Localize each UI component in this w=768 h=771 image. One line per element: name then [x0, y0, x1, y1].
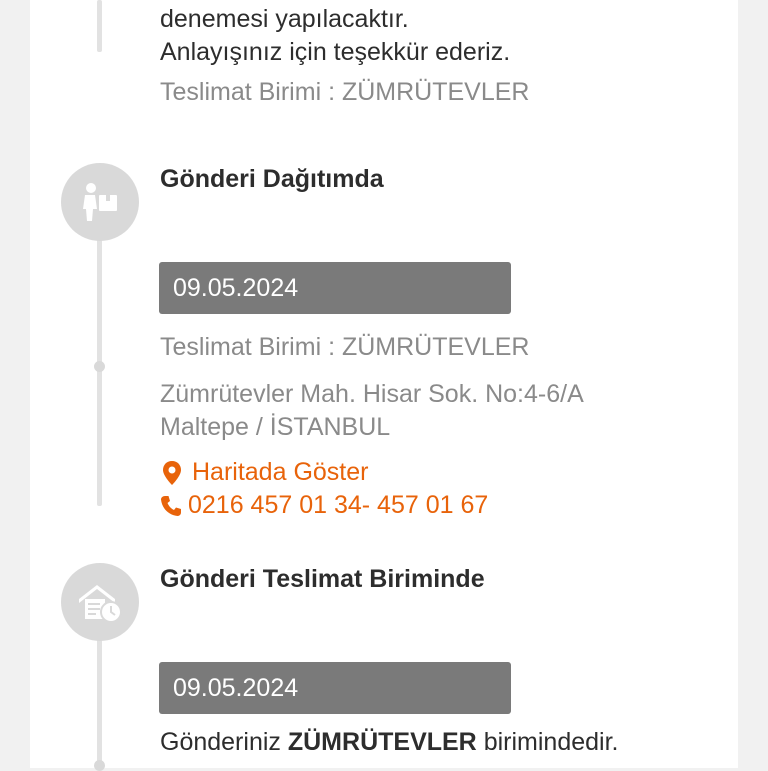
courier-delivery-icon — [61, 163, 139, 241]
event-date-badge: 09.05.2024 — [159, 262, 511, 314]
event-message-line: denemesi yapılacaktır. — [160, 5, 409, 33]
timeline-line-middle — [97, 238, 102, 506]
delivery-unit-text: Teslimat Birimi : ZÜMRÜTEVLER — [160, 78, 530, 106]
event-title: Gönderi Teslimat Biriminde — [160, 565, 485, 593]
unit-address-line: Zümrütevler Mah. Hisar Sok. No:4-6/A — [160, 380, 584, 408]
delivery-unit-text: Teslimat Birimi : ZÜMRÜTEVLER — [160, 333, 530, 361]
event-message-line: Anlayışınız için teşekkür ederiz. — [160, 38, 511, 66]
timeline-dot — [94, 361, 105, 372]
timeline-dot — [94, 760, 105, 771]
branch-clock-icon — [61, 563, 139, 641]
event-message-unit: ZÜMRÜTEVLER — [287, 728, 477, 756]
phone-icon — [160, 493, 182, 519]
unit-address-line: Maltepe / İSTANBUL — [160, 413, 391, 441]
event-date-badge: 09.05.2024 — [159, 662, 511, 714]
event-title: Gönderi Dağıtımda — [160, 165, 384, 193]
timeline-line-bottom — [97, 638, 102, 768]
timeline-line-top — [97, 0, 102, 52]
event-message-suffix: birimindedir. — [476, 728, 619, 756]
show-on-map-link[interactable]: Haritada Göster — [160, 458, 368, 487]
show-on-map-label: Haritada Göster — [192, 458, 369, 486]
event-message: Gönderiniz ZÜMRÜTEVLER birimindedir. — [160, 726, 618, 759]
phone-number: 0216 457 01 34- 457 01 67 — [188, 491, 489, 519]
map-pin-icon — [160, 460, 184, 486]
event-message-prefix: Gönderiniz — [160, 728, 288, 756]
phone-link[interactable]: 0216 457 01 34- 457 01 67 — [160, 491, 488, 520]
